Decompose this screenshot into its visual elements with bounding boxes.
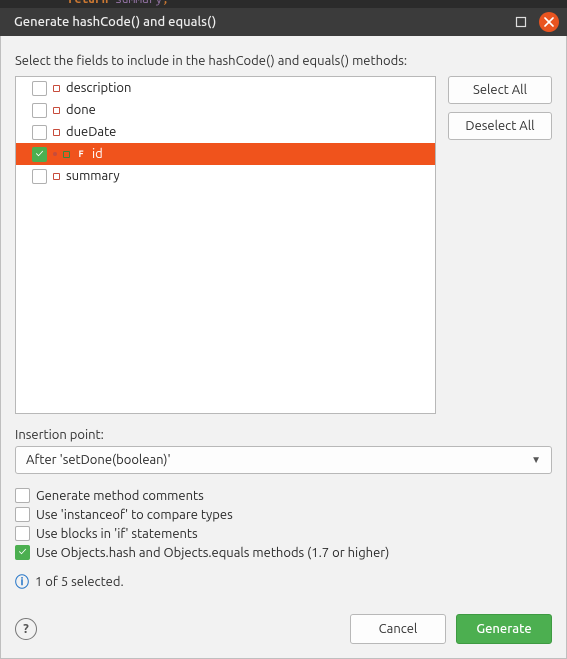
option-label: Use Objects.hash and Objects.equals meth…	[36, 546, 389, 560]
field-type-icon	[63, 151, 70, 158]
status-text: 1 of 5 selected.	[35, 575, 124, 589]
option-row[interactable]: Use blocks in 'if' statements	[15, 526, 552, 541]
field-type-icon	[53, 129, 60, 136]
visibility-icon	[53, 152, 57, 156]
titlebar: Generate hashCode() and equals()	[0, 8, 567, 36]
field-name-label: summary	[66, 169, 120, 183]
option-label: Use blocks in 'if' statements	[36, 527, 198, 541]
option-checkbox[interactable]	[15, 488, 30, 503]
option-checkbox[interactable]	[15, 507, 30, 522]
deselect-all-button[interactable]: Deselect All	[448, 112, 552, 140]
field-checkbox[interactable]	[32, 169, 47, 184]
field-type-icon	[53, 173, 60, 180]
option-checkbox[interactable]	[15, 545, 30, 560]
close-window-button[interactable]	[539, 12, 559, 32]
field-name-label: id	[92, 147, 103, 161]
instruction-label: Select the fields to include in the hash…	[15, 54, 552, 68]
option-label: Generate method comments	[36, 489, 204, 503]
option-label: Use 'instanceof' to compare types	[36, 508, 233, 522]
field-row-description[interactable]: description	[16, 77, 435, 99]
field-row-dueDate[interactable]: dueDate	[16, 121, 435, 143]
option-row[interactable]: Use Objects.hash and Objects.equals meth…	[15, 545, 552, 560]
chevron-down-icon: ▼	[531, 454, 541, 466]
final-badge-icon: F	[76, 149, 86, 159]
field-row-done[interactable]: done	[16, 99, 435, 121]
generate-button[interactable]: Generate	[456, 614, 552, 644]
help-button[interactable]: ?	[15, 618, 37, 640]
option-checkbox[interactable]	[15, 526, 30, 541]
field-row-id[interactable]: Fid	[16, 143, 435, 165]
insertion-point-label: Insertion point:	[15, 428, 552, 442]
status-line: ⓘ 1 of 5 selected.	[15, 572, 552, 592]
option-row[interactable]: Generate method comments	[15, 488, 552, 503]
field-checkbox[interactable]	[32, 81, 47, 96]
insertion-point-value: After 'setDone(boolean)'	[26, 453, 171, 467]
field-row-summary[interactable]: summary	[16, 165, 435, 187]
restore-window-button[interactable]	[511, 12, 531, 32]
info-icon: ⓘ	[15, 572, 29, 592]
cancel-button[interactable]: Cancel	[350, 614, 446, 644]
field-checkbox[interactable]	[32, 125, 47, 140]
select-all-button[interactable]: Select All	[448, 76, 552, 104]
window-title: Generate hashCode() and equals()	[14, 15, 216, 29]
options-group: Generate method comments Use 'instanceof'…	[15, 488, 552, 560]
option-row[interactable]: Use 'instanceof' to compare types	[15, 507, 552, 522]
field-type-icon	[53, 85, 60, 92]
dialog-footer: ? Cancel Generate	[15, 614, 552, 644]
field-checkbox[interactable]	[32, 147, 47, 162]
dialog-body: Select the fields to include in the hash…	[0, 36, 567, 659]
selection-buttons: Select All Deselect All	[448, 76, 552, 414]
field-name-label: dueDate	[66, 125, 116, 139]
field-name-label: description	[66, 81, 131, 95]
editor-background: return summary;	[0, 0, 567, 8]
fields-list[interactable]: description done dueDate Fid summary	[15, 76, 436, 414]
field-type-icon	[53, 107, 60, 114]
field-selection-row: description done dueDate Fid summary Select …	[15, 76, 552, 414]
field-name-label: done	[66, 103, 96, 117]
field-checkbox[interactable]	[32, 103, 47, 118]
insertion-point-combo[interactable]: After 'setDone(boolean)' ▼	[15, 446, 552, 474]
